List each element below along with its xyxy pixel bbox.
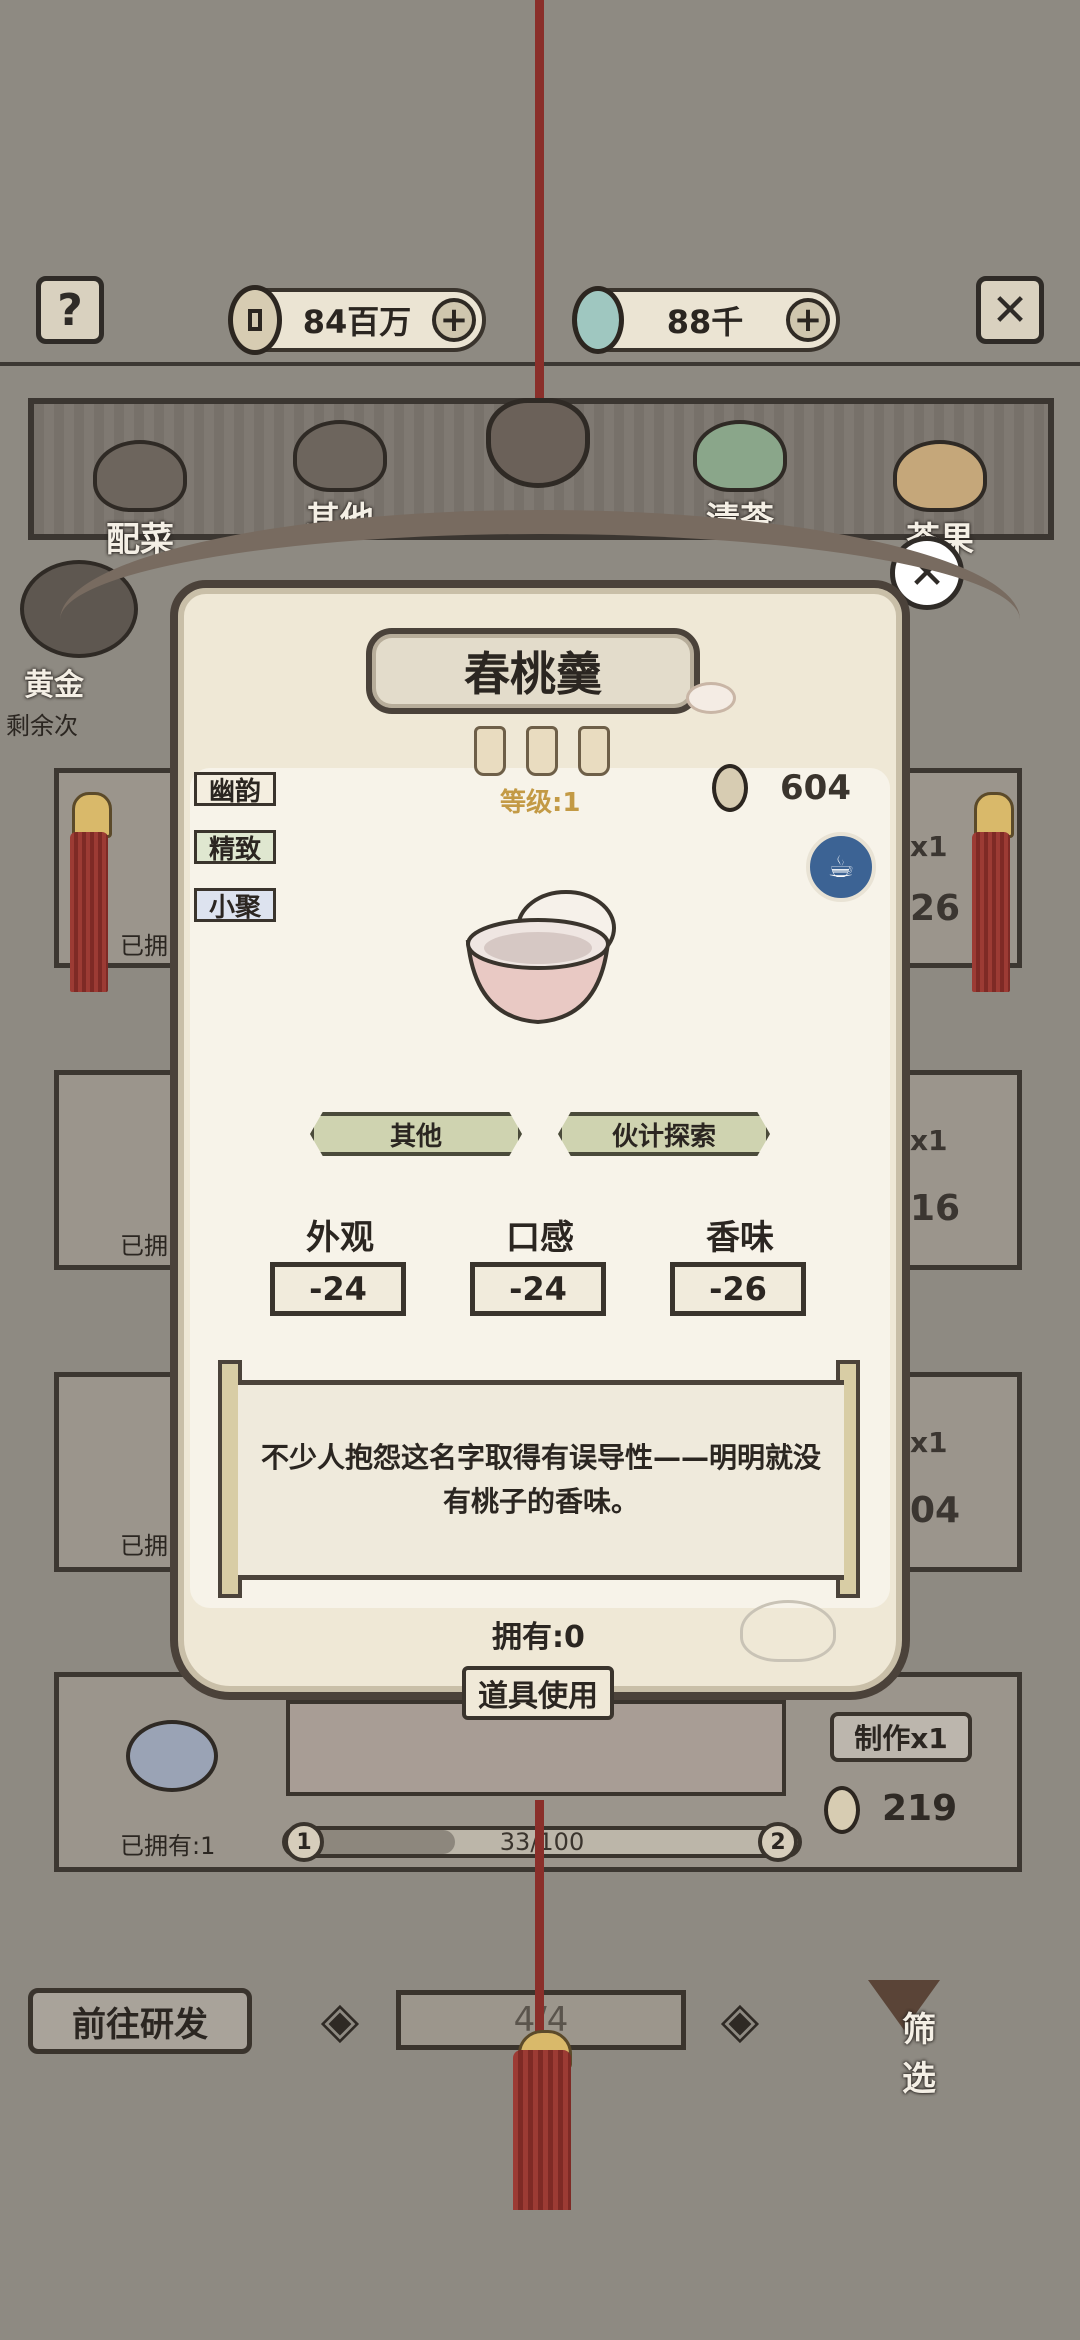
gold-label: 黄金: [24, 668, 84, 703]
help-button[interactable]: ?: [36, 276, 104, 344]
owned-label: 已拥: [120, 932, 168, 960]
stat-value-aroma: -26: [670, 1262, 806, 1316]
price-label: 04: [910, 1490, 961, 1531]
hanging-rope-bottom: [535, 1800, 544, 2060]
category-side-dish[interactable]: 配菜: [80, 440, 200, 561]
mortar-icon: [293, 420, 387, 492]
question-icon: ?: [57, 284, 83, 336]
price-label: 26: [910, 888, 961, 929]
item-description: 不少人抱怨这名字取得有误导性——明明就没有桃子的香味。: [238, 1380, 844, 1580]
add-jade-button[interactable]: +: [786, 298, 830, 342]
teapot-decor-icon: [740, 1600, 836, 1662]
tea-snack-icon: [893, 440, 987, 512]
tea-bowl-icon: [465, 890, 616, 1025]
stat-value-taste: -24: [470, 1262, 606, 1316]
cat-head-icon: [486, 398, 590, 488]
coin-icon: [228, 285, 282, 355]
arrow-right-icon: ◈: [720, 1991, 760, 2049]
tea-set-badge-icon: ☕: [806, 832, 876, 902]
stat-label-aroma: 香味: [706, 1218, 774, 1258]
filter-label: 筛选: [902, 2010, 936, 2099]
tea-cup-icon: [126, 1720, 218, 1792]
item-price: 604: [780, 768, 851, 808]
make-price: 219: [882, 1788, 958, 1829]
item-level: 等级:1: [500, 788, 581, 818]
count-label: x1: [910, 1124, 948, 1157]
coin-currency: 84百万 +: [228, 285, 486, 355]
coin-amount: 84百万: [302, 303, 412, 341]
count-label: x1: [910, 1426, 948, 1459]
count-label: x1: [910, 830, 948, 863]
tag-youyun: 幽韵: [194, 772, 277, 807]
stat-label-appearance: 外观: [306, 1218, 374, 1258]
prev-page-button[interactable]: ◈: [300, 1991, 380, 2049]
level-to: 2: [758, 1822, 798, 1862]
add-coins-button[interactable]: +: [432, 298, 476, 342]
arrow-left-icon: ◈: [320, 1991, 360, 2049]
make-button[interactable]: 制作x1: [830, 1712, 972, 1762]
jade-icon: [572, 286, 624, 354]
owned-amount: 拥有:0: [492, 1620, 585, 1655]
level-from: 1: [284, 1822, 324, 1862]
source-explore-button[interactable]: 伙计探索: [558, 1112, 770, 1156]
lantern-icon: [474, 726, 506, 776]
close-page-button[interactable]: ✕: [976, 276, 1044, 344]
stat-value-appearance: -24: [270, 1262, 406, 1316]
use-item-button[interactable]: 道具使用: [462, 1666, 614, 1720]
right-tassel: [972, 832, 1010, 992]
lantern-icon: [526, 726, 558, 776]
cloud-icon: [686, 682, 736, 714]
price-label: 16: [910, 1188, 961, 1229]
owned-count: 已拥有:1: [120, 1832, 216, 1860]
next-page-button[interactable]: ◈: [700, 1991, 780, 2049]
jade-amount: 88千: [666, 303, 744, 341]
coin-icon: [824, 1786, 860, 1834]
remaining-label: 剩余次: [6, 712, 78, 740]
owned-label: 已拥: [120, 1232, 168, 1260]
bottom-tassel: [513, 2050, 571, 2210]
source-other-button[interactable]: 其他: [310, 1112, 522, 1156]
close-icon: ✕: [991, 284, 1029, 336]
tea-pot-icon: [693, 420, 787, 492]
side-dish-icon: [93, 440, 187, 512]
coin-icon: [712, 764, 748, 812]
research-button[interactable]: 前往研发: [28, 1988, 252, 2054]
owned-label: 已拥: [120, 1532, 168, 1560]
lantern-icon: [578, 726, 610, 776]
tag-xiaoju: 小聚: [194, 888, 277, 923]
item-title: 春桃羹: [366, 628, 700, 714]
jade-currency: 88千 +: [572, 286, 840, 354]
tag-jingzhi: 精致: [194, 830, 277, 865]
left-tassel: [70, 832, 108, 992]
filter-button[interactable]: 筛选: [862, 1980, 962, 2099]
stat-label-taste: 口感: [506, 1218, 574, 1258]
